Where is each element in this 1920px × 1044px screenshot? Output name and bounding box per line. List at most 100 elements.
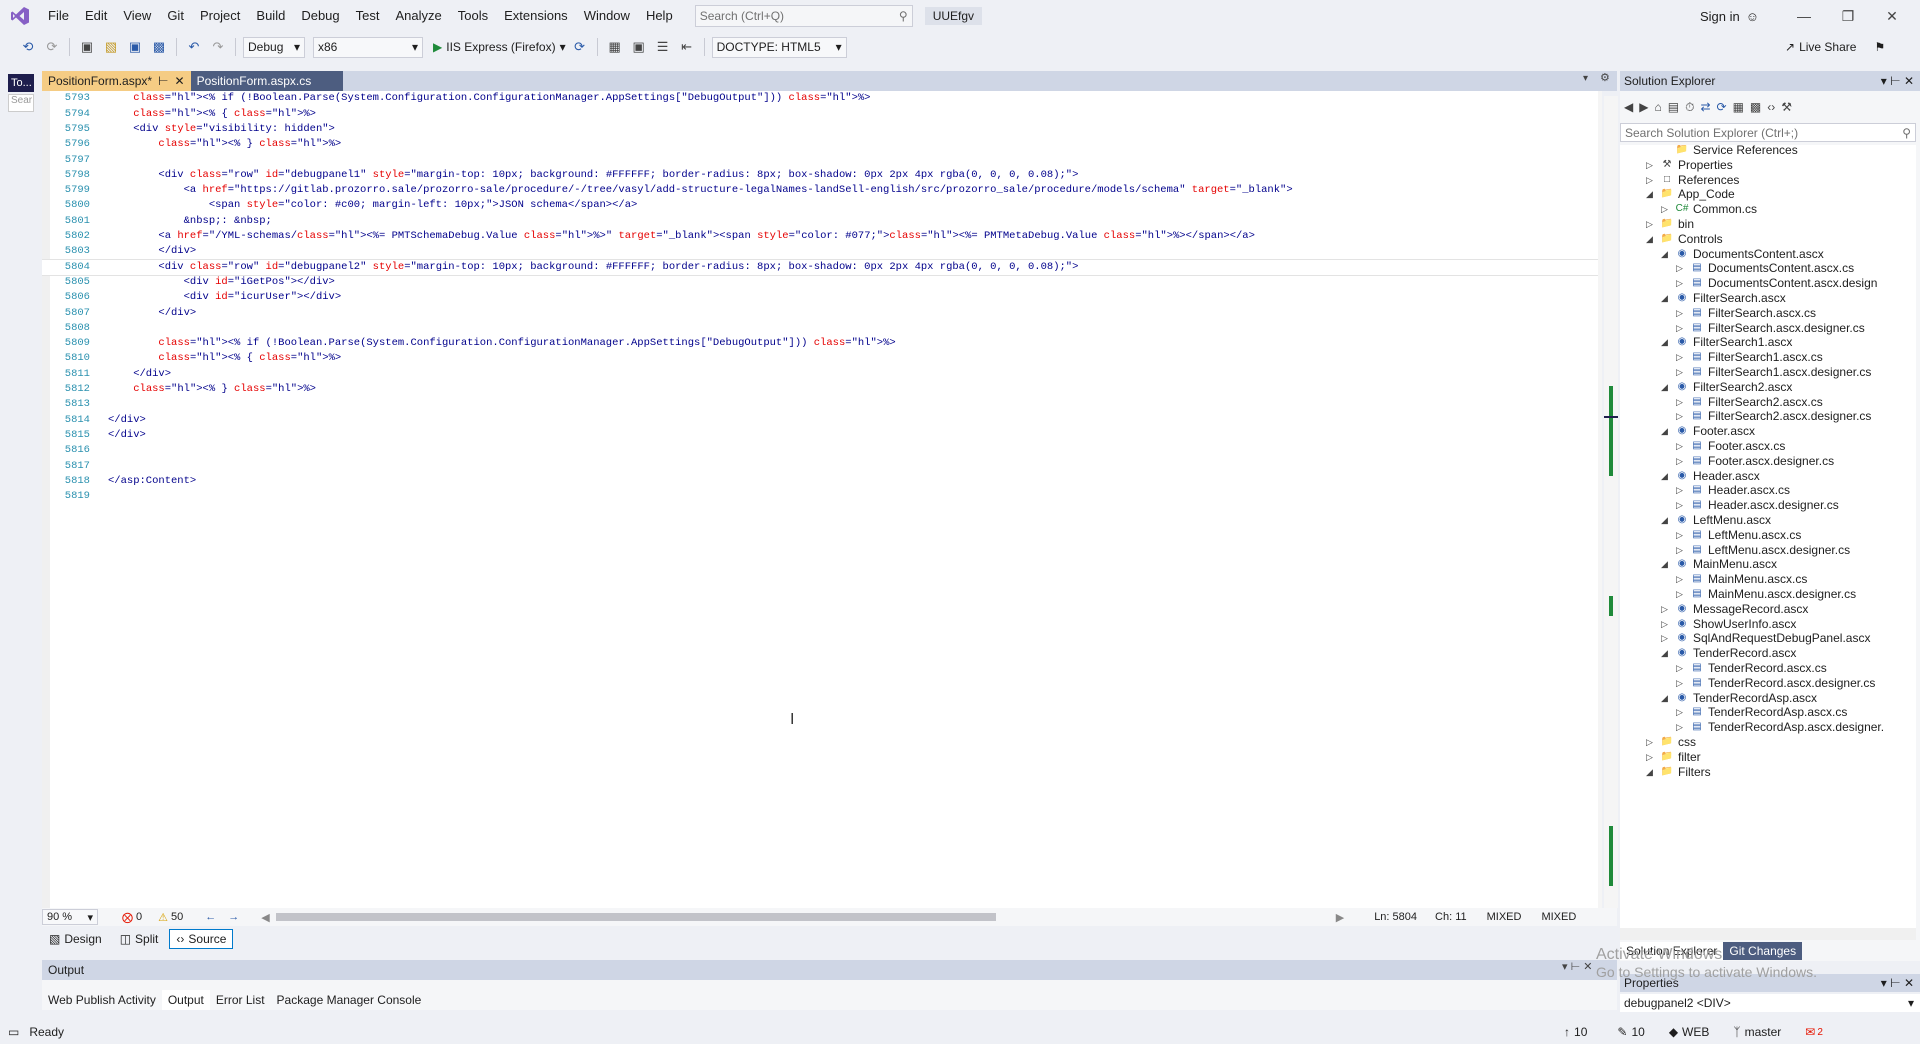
pin-icon[interactable]: ▾ ⊢ ✕ bbox=[1562, 960, 1592, 973]
vertical-scrollbar[interactable] bbox=[1598, 91, 1602, 909]
expand-toggle-icon[interactable]: ◢ bbox=[1661, 555, 1671, 573]
tab-source[interactable]: ‹› Source bbox=[169, 929, 234, 949]
changes-count[interactable]: 10 bbox=[1631, 1025, 1644, 1039]
code-line[interactable]: 5796 class="hl"><% } class="hl">%> bbox=[42, 137, 1602, 152]
tab-error-list[interactable]: Error List bbox=[210, 990, 271, 1010]
tab-positionform-aspx-cs[interactable]: PositionForm.aspx.cs bbox=[190, 71, 343, 91]
minimize-button[interactable]: — bbox=[1782, 0, 1826, 32]
properties-object-select[interactable]: debugpanel2 <DIV> ▾ bbox=[1620, 994, 1920, 1012]
code-line[interactable]: 5795 <div style="visibility: hidden"> bbox=[42, 122, 1602, 137]
expand-toggle-icon[interactable]: ◢ bbox=[1661, 644, 1671, 662]
redo-icon[interactable]: ↷ bbox=[208, 37, 228, 57]
refresh-icon[interactable]: ⟳ bbox=[570, 37, 590, 57]
menu-view[interactable]: View bbox=[115, 0, 159, 32]
tab-web-publish-activity[interactable]: Web Publish Activity bbox=[42, 990, 162, 1010]
panel-controls-icon[interactable]: ▾ ⊢ ✕ bbox=[1881, 71, 1914, 91]
sync-icon[interactable]: ⇄ bbox=[1700, 100, 1710, 114]
code-line[interactable]: 5801 &nbsp;: &nbsp; bbox=[42, 214, 1602, 229]
repository-name[interactable]: WEB bbox=[1682, 1025, 1709, 1039]
toolbox-tab[interactable]: To... bbox=[8, 74, 34, 92]
code-line[interactable]: 5817 bbox=[42, 459, 1602, 474]
zoom-select[interactable]: 90 % ▾ bbox=[42, 909, 98, 925]
code-line[interactable]: 5798 <div class="row" id="debugpanel1" s… bbox=[42, 168, 1602, 183]
pin-icon[interactable]: ⊢ bbox=[158, 71, 168, 91]
encoding-indicator[interactable]: MIXED bbox=[1541, 911, 1576, 923]
forward-icon[interactable]: ▶ bbox=[1639, 100, 1648, 114]
tab-design[interactable]: ▧ Design bbox=[42, 929, 109, 949]
back-icon[interactable]: ◀ bbox=[1624, 100, 1633, 114]
code-line[interactable]: 5800 <span style="color: #c00; margin-le… bbox=[42, 198, 1602, 213]
pencil-icon[interactable]: ✎ bbox=[1617, 1025, 1627, 1039]
platform-select[interactable]: x86 ▾ bbox=[313, 36, 423, 58]
home-icon[interactable]: ⌂ bbox=[1654, 100, 1661, 114]
show-all-files-icon[interactable]: ▩ bbox=[1750, 100, 1761, 114]
code-line[interactable]: 5810 class="hl"><% { class="hl">%> bbox=[42, 351, 1602, 366]
menu-help[interactable]: Help bbox=[638, 0, 681, 32]
visual-studio-logo-icon[interactable] bbox=[0, 0, 40, 32]
expand-toggle-icon[interactable]: ◢ bbox=[1661, 511, 1671, 529]
menu-edit[interactable]: Edit bbox=[77, 0, 115, 32]
menu-debug[interactable]: Debug bbox=[293, 0, 347, 32]
screenshot-icon[interactable]: ▣ bbox=[629, 37, 649, 57]
code-line[interactable]: 5794 class="hl"><% { class="hl">%> bbox=[42, 107, 1602, 122]
tree-horizontal-scrollbar[interactable] bbox=[1620, 928, 1916, 940]
close-window-button[interactable]: ✕ bbox=[1870, 0, 1914, 32]
solution-search-input[interactable]: Search Solution Explorer (Ctrl+;) ⚲ bbox=[1620, 123, 1916, 142]
menu-project[interactable]: Project bbox=[192, 0, 248, 32]
prev-issue-icon[interactable]: ← bbox=[205, 911, 216, 923]
code-line[interactable]: 5808 bbox=[42, 321, 1602, 336]
refresh-icon[interactable]: ⟳ bbox=[1717, 100, 1727, 114]
code-line[interactable]: 5793 class="hl"><% if (!Boolean.Parse(Sy… bbox=[42, 91, 1602, 106]
tab-split[interactable]: ◫ Split bbox=[113, 929, 166, 949]
solution-name-badge[interactable]: UUEfgv bbox=[924, 7, 983, 25]
undo-icon[interactable]: ↶ bbox=[184, 37, 204, 57]
expand-toggle-icon[interactable]: ◢ bbox=[1661, 245, 1671, 263]
panel-controls-icon[interactable]: ▾ ⊢ ✕ bbox=[1881, 974, 1914, 992]
code-line[interactable]: 5806 <div id="icurUser"></div> bbox=[42, 290, 1602, 305]
push-count[interactable]: 10 bbox=[1574, 1025, 1587, 1039]
expand-toggle-icon[interactable]: ◢ bbox=[1661, 333, 1671, 351]
menu-git[interactable]: Git bbox=[159, 0, 192, 32]
live-share-button[interactable]: ↗ Live Share ⚑ bbox=[1785, 32, 1885, 62]
pending-changes-icon[interactable]: ⏱ bbox=[1685, 100, 1694, 115]
code-line[interactable]: 5819 bbox=[42, 489, 1602, 504]
back-icon[interactable]: ⟲ bbox=[18, 37, 38, 57]
code-line[interactable]: 5797 bbox=[42, 153, 1602, 168]
properties-wrench-icon[interactable]: ⚒ bbox=[1781, 100, 1792, 114]
toolbox-search-input[interactable]: Sear bbox=[8, 94, 34, 112]
code-line[interactable]: 5814 </div> bbox=[42, 413, 1602, 428]
warning-icon[interactable]: ⚠ bbox=[158, 911, 168, 924]
doctype-select[interactable]: DOCTYPE: HTML5 ▾ bbox=[711, 36, 847, 58]
settings-gear-icon[interactable]: ⚙ bbox=[1600, 71, 1610, 84]
expand-toggle-icon[interactable]: ◢ bbox=[1646, 185, 1656, 203]
code-line[interactable]: 5803 </div> bbox=[42, 244, 1602, 259]
open-folder-icon[interactable]: ▧ bbox=[101, 37, 121, 57]
tab-positionform-aspx[interactable]: PositionForm.aspx* ⊢ ✕ bbox=[42, 71, 191, 91]
code-line[interactable]: 5812 class="hl"><% } class="hl">%> bbox=[42, 382, 1602, 397]
signin-button[interactable]: Sign in ☺ bbox=[1700, 0, 1759, 32]
code-line[interactable]: 5805 <div id="iGetPos"></div> bbox=[42, 275, 1602, 290]
expand-toggle-icon[interactable]: ◢ bbox=[1661, 689, 1671, 707]
solution-tree[interactable]: 📁 Service References ▷ ⚒ Properties ▷ □ Referen… bbox=[1620, 145, 1916, 928]
forward-icon[interactable]: ⟳ bbox=[42, 37, 62, 57]
tree-item[interactable]: ◢ 📁 Filters bbox=[1646, 763, 1711, 781]
tree-item[interactable]: ▷ ▤ TenderRecordAsp.ascx.designer. bbox=[1676, 718, 1884, 736]
search-input[interactable]: Search (Ctrl+Q) ⚲ bbox=[694, 5, 913, 27]
code-line[interactable]: 5816 bbox=[42, 443, 1602, 458]
notifications-icon[interactable]: ✉ bbox=[1805, 1025, 1815, 1039]
close-icon[interactable]: ✕ bbox=[175, 71, 185, 91]
menu-window[interactable]: Window bbox=[576, 0, 638, 32]
tab-output[interactable]: Output bbox=[161, 990, 210, 1010]
code-line[interactable]: 5815 </div> bbox=[42, 428, 1602, 443]
code-editor[interactable]: 57925793 class="hl"><% if (!Boolean.Pars… bbox=[42, 91, 1602, 909]
expand-toggle-icon[interactable]: ◢ bbox=[1661, 422, 1671, 440]
new-item-icon[interactable]: ▣ bbox=[77, 37, 97, 57]
menu-tools[interactable]: Tools bbox=[450, 0, 496, 32]
expand-toggle-icon[interactable]: ◢ bbox=[1661, 467, 1671, 485]
branch-icon[interactable]: ᛉ bbox=[1733, 1025, 1740, 1039]
code-line[interactable]: 5804 <div class="row" id="debugpanel2" s… bbox=[42, 258, 1602, 276]
code-line[interactable]: 5811 </div> bbox=[42, 367, 1602, 382]
expand-toggle-icon[interactable]: ◢ bbox=[1646, 763, 1656, 781]
expand-toggle-icon[interactable]: ◢ bbox=[1661, 289, 1671, 307]
repo-icon[interactable]: ◆ bbox=[1669, 1025, 1678, 1039]
